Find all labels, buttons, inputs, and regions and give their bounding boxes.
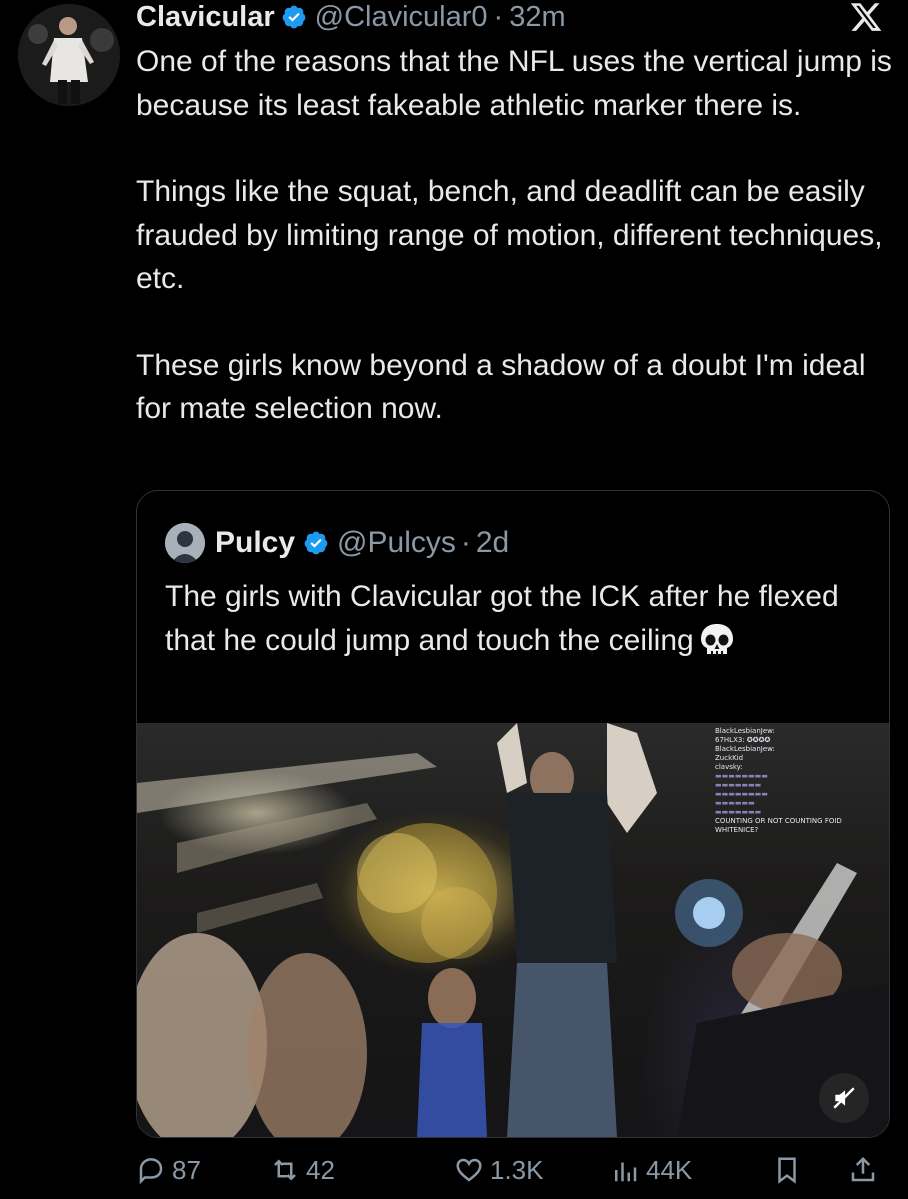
chat-line: COUNTING OR NOT COUNTING FOID [715, 817, 842, 825]
tweet-timestamp[interactable]: 32m [509, 1, 565, 34]
bookmark-button[interactable] [772, 1150, 808, 1190]
chat-line: ▬▬▬▬▬▬▬ [715, 808, 762, 816]
views-button[interactable]: 44K [610, 1150, 692, 1190]
like-count: 1.3K [490, 1154, 544, 1185]
views-chart-icon [615, 1162, 637, 1182]
chat-line: WHITENICE? [715, 826, 759, 834]
chat-line: ▬▬▬▬▬▬▬▬ [715, 772, 768, 780]
view-count: 44K [646, 1154, 693, 1185]
stream-chat-overlay: BlackLesbianJew: 67HLX3: ✪✪✪✪ BlackLesbi… [715, 727, 885, 835]
author-avatar[interactable] [18, 4, 120, 106]
separator-dot: · [460, 526, 471, 559]
chat-line: ZuckKid [715, 754, 744, 762]
like-button[interactable]: 1.3K [454, 1150, 544, 1190]
reply-button[interactable]: 87 [136, 1150, 201, 1190]
repost-button[interactable]: 42 [270, 1150, 335, 1190]
chat-line: ▬▬▬▬▬▬▬ [715, 781, 762, 789]
verified-badge-icon [304, 531, 328, 555]
heart-icon [456, 1158, 482, 1182]
volume-muted-icon [833, 1087, 855, 1109]
reply-icon [139, 1158, 163, 1185]
chat-line: ▬▬▬▬▬▬▬▬ [715, 790, 768, 798]
share-icon [851, 1156, 875, 1182]
author-name[interactable]: Clavicular [136, 1, 275, 34]
chat-line: ▬▬▬▬▬▬ [715, 799, 755, 807]
author-handle[interactable]: @Clavicular0 [315, 1, 488, 34]
bookmark-icon [778, 1157, 796, 1184]
repost-count: 42 [306, 1154, 335, 1185]
quoted-tweet-timestamp: 2d [475, 526, 510, 559]
verified-badge-icon [282, 5, 306, 29]
tweet-header: Clavicular @Clavicular0 · 32m [136, 0, 566, 34]
tweet-actions-bar: 87 42 1.3K 44K [136, 1150, 888, 1190]
quoted-author-avatar [165, 523, 205, 563]
mute-button[interactable] [819, 1073, 869, 1123]
tweet-paragraph: Things like the squat, bench, and deadli… [136, 175, 883, 295]
quoted-tweet-text-content: The girls with Clavicular got the ICK af… [165, 580, 839, 657]
tweet-paragraph: These girls know beyond a shadow of a do… [136, 348, 866, 426]
separator-dot: · [493, 0, 504, 33]
share-button[interactable] [848, 1150, 884, 1190]
video-media[interactable]: BlackLesbianJew: 67HLX3: ✪✪✪✪ BlackLesbi… [137, 723, 889, 1137]
tweet-paragraph: One of the reasons that the NFL uses the… [136, 45, 892, 122]
tweet-text: One of the reasons that the NFL uses the… [136, 40, 896, 431]
x-logo-icon [850, 3, 882, 31]
quoted-author-name: Pulcy [215, 526, 296, 559]
quoted-author-handle: @Pulcys [337, 526, 456, 559]
reply-count: 87 [172, 1154, 201, 1185]
quoted-tweet-header: Pulcy @Pulcys · 2d [165, 523, 509, 563]
chat-line: BlackLesbianJew: [715, 727, 775, 735]
skull-emoji [700, 623, 733, 656]
chat-line: clavsky: [715, 763, 743, 771]
repost-icon [274, 1159, 296, 1181]
quoted-tweet-text: The girls with Clavicular got the ICK af… [165, 575, 865, 662]
chat-line: 67HLX3: ✪✪✪✪ [715, 736, 771, 744]
quoted-tweet[interactable]: Pulcy @Pulcys · 2d The girls with Clavic… [136, 490, 890, 1138]
chat-line: BlackLesbianJew: [715, 745, 775, 753]
